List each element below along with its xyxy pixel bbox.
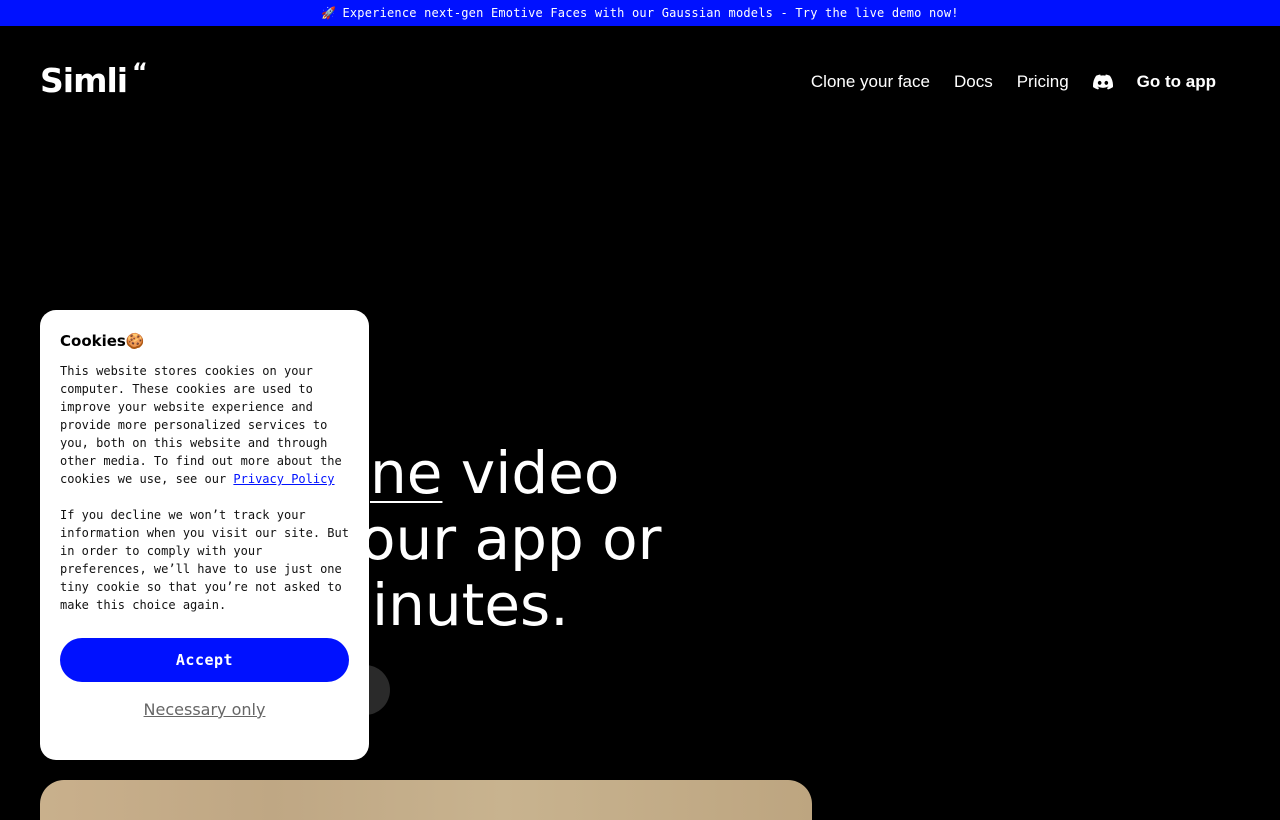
cookie-body: This website stores cookies on your comp… (60, 362, 349, 614)
announcement-banner[interactable]: 🚀 Experience next-gen Emotive Faces with… (0, 0, 1280, 26)
announcement-text: Experience next-gen Emotive Faces with o… (342, 6, 959, 20)
discord-icon[interactable] (1092, 74, 1113, 90)
logo-text: Simli (40, 61, 128, 100)
logo[interactable]: Simli “ (40, 58, 148, 100)
demo-video-preview[interactable] (40, 780, 812, 820)
accept-button[interactable]: Accept (60, 638, 349, 682)
rocket-icon: 🚀 (321, 6, 337, 20)
necessary-only-button[interactable]: Necessary only (60, 700, 349, 719)
cookie-title: Cookies🍪 (60, 332, 145, 350)
hero-line-2-text: our app or (360, 505, 662, 573)
hero-line-3-text: inutes. (372, 571, 569, 639)
hero-underlined-word: ne (370, 439, 443, 507)
cookie-consent-dialog: Cookies🍪 This website stores cookies on … (40, 310, 369, 760)
go-to-app-link[interactable]: Go to app (1137, 72, 1216, 92)
privacy-policy-link[interactable]: Privacy Policy (233, 472, 334, 486)
main-nav: Clone your face Docs Pricing Go to app (787, 70, 1216, 94)
site-header: Simli “ Clone your face Docs Pricing Go … (0, 26, 1280, 136)
cookie-paragraph-1-text: This website stores cookies on your comp… (60, 364, 342, 486)
nav-pricing[interactable]: Pricing (1017, 72, 1069, 92)
nav-clone-your-face[interactable]: Clone your face (811, 72, 930, 92)
cookie-paragraph-1: This website stores cookies on your comp… (60, 362, 349, 488)
nav-docs[interactable]: Docs (954, 72, 993, 92)
hero-line-1-rest: video (442, 439, 620, 507)
cookie-paragraph-2: If you decline we won’t track your infor… (60, 508, 349, 612)
logo-mark: “ (132, 58, 148, 86)
